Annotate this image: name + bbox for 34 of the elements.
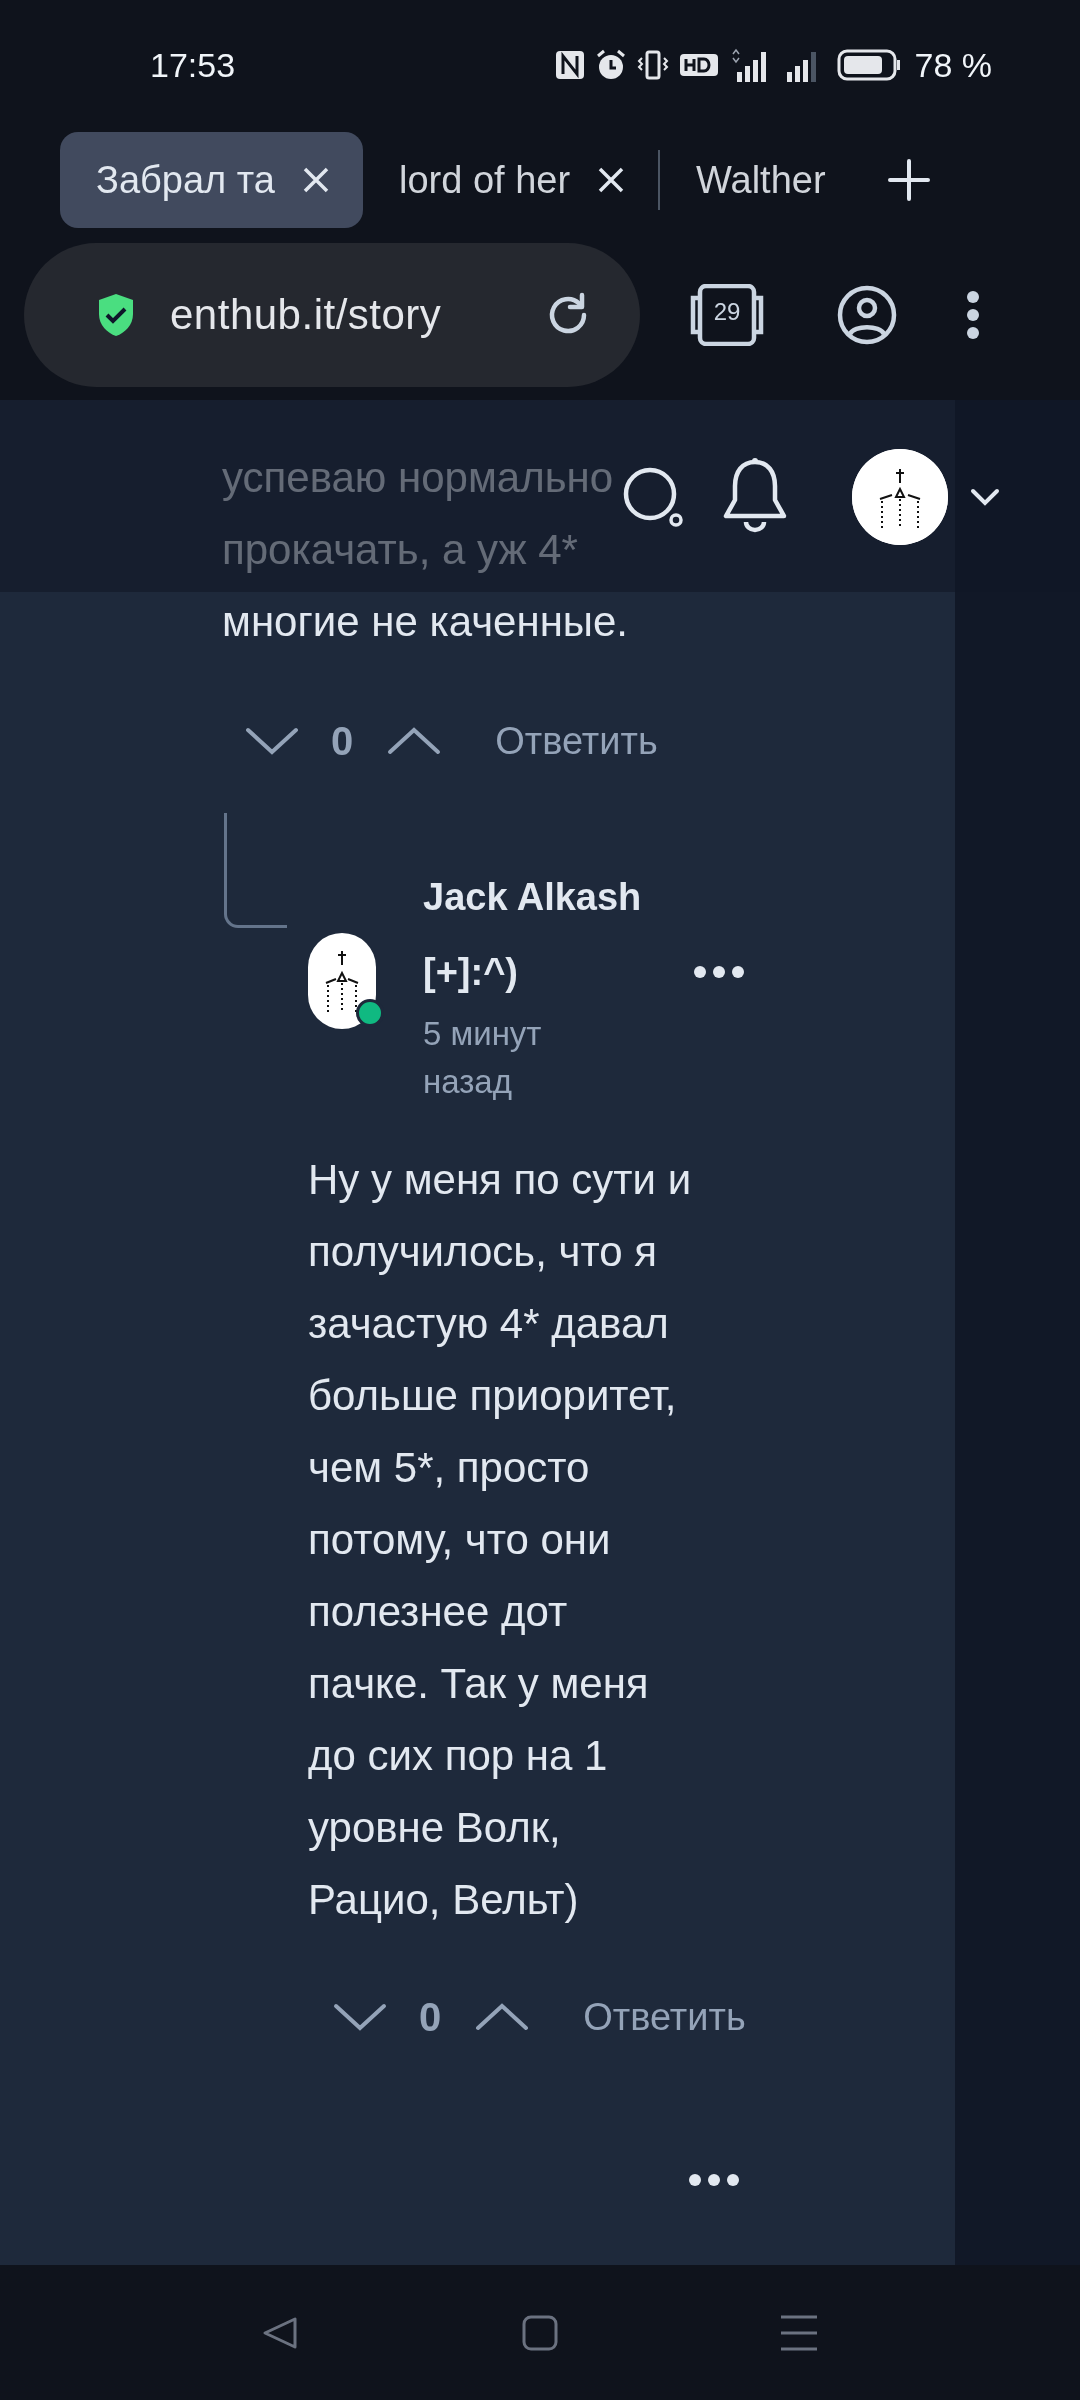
downvote-icon[interactable] (333, 2002, 387, 2032)
browser-tab[interactable]: lord of her (362, 132, 659, 228)
chevron-down-icon[interactable] (970, 488, 1000, 506)
comment-time: 5 минут назад (423, 1014, 543, 1102)
comment-text: успеваю нормально (222, 453, 614, 503)
battery-icon (836, 49, 901, 81)
upvote-icon[interactable] (387, 726, 442, 756)
address-bar[interactable]: enthub.it/story (24, 243, 640, 387)
reply-link[interactable]: Ответить (583, 1995, 746, 2039)
hd-voice-icon (678, 51, 719, 79)
menu-icon[interactable] (779, 2313, 819, 2352)
home-icon[interactable] (521, 2313, 559, 2352)
plus-icon[interactable] (887, 159, 930, 201)
reply-link[interactable]: Ответить (495, 719, 658, 763)
browser-tab[interactable]: Забрал та (60, 132, 363, 228)
alarm-icon (594, 49, 627, 81)
vibrate-icon (636, 50, 669, 80)
comment-text: Ну у меня по сути и получилось, что я зачастую 4* давал больше приоритет, чем 5*, просто потому, что они полезнее дот пачке. Так у меня до сих пор на 1 уровне Волк, Рацио, Вельт) (308, 1155, 693, 1925)
browser-tab[interactable]: Walther (660, 132, 858, 228)
account-icon[interactable] (836, 284, 898, 346)
more-icon[interactable] (693, 965, 745, 979)
more-icon[interactable] (688, 2173, 740, 2187)
nfc-icon (554, 50, 585, 80)
comment-text: многие не каченные. (222, 597, 629, 647)
more-icon[interactable] (966, 290, 980, 340)
comment-text: прокачать, а уж 4* (222, 525, 578, 575)
author-name[interactable]: Jack Alkash [+]:^) (423, 860, 673, 1010)
search-icon[interactable] (622, 466, 686, 530)
status-time: 17:53 (150, 45, 236, 85)
upvote-icon[interactable] (475, 2002, 530, 2032)
battery-percent: 78 % (914, 45, 992, 85)
vote-score: 0 (331, 718, 354, 764)
vote-score: 0 (419, 1994, 442, 2040)
downvote-icon[interactable] (245, 726, 299, 756)
